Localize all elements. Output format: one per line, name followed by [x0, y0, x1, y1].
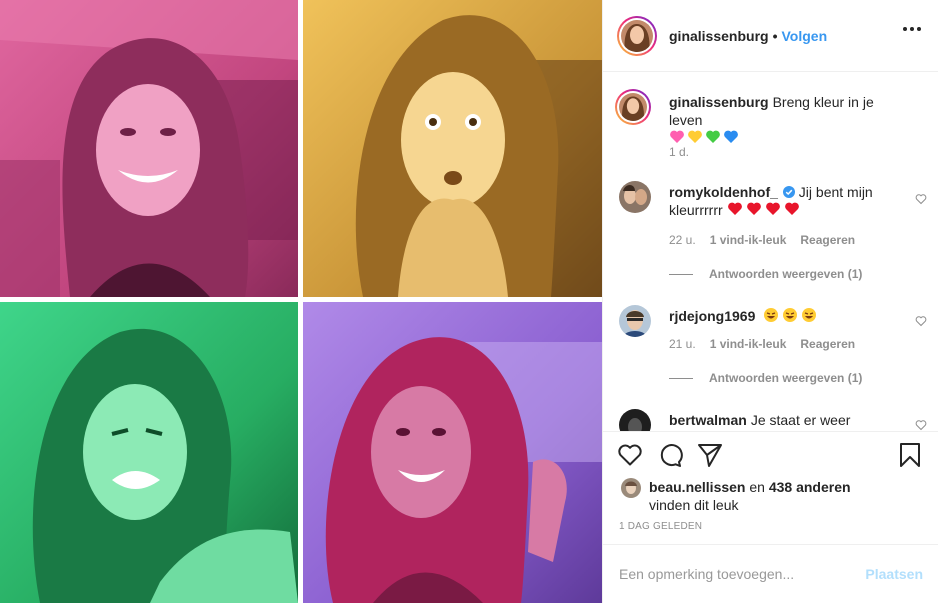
caption-time[interactable]: 1 d.: [669, 145, 689, 159]
comment-meta: 22 u. 1 vind-ik-leuk Reageren: [669, 233, 855, 247]
author-avatar[interactable]: [621, 19, 653, 52]
photo-pink: [0, 0, 298, 297]
view-replies-label: Antwoorden weergeven (1): [709, 267, 863, 281]
comment-username[interactable]: romykoldenhof_: [669, 184, 778, 200]
comment-body: romykoldenhof_ Jij bent mijn kleurrrrrr: [669, 183, 903, 219]
separator-dot: •: [772, 27, 778, 44]
post-comment-button[interactable]: Plaatsen: [865, 566, 923, 582]
post-photo-grid[interactable]: [0, 0, 602, 603]
comment-username[interactable]: rjdejong1969: [669, 308, 755, 324]
comment-likes[interactable]: 1 vind-ik-leuk: [710, 337, 787, 351]
comment-avatar[interactable]: [619, 409, 651, 431]
like-comment-icon[interactable]: [915, 193, 927, 205]
likes-others[interactable]: 438 anderen: [769, 479, 851, 495]
reply-button[interactable]: Reageren: [800, 337, 855, 351]
likes-summary: beau.nellissen en 438 anderen vinden dit…: [621, 478, 851, 514]
comments-list[interactable]: ginalissenburg Breng kleur in je leven 1 …: [603, 73, 938, 431]
comment-text: Je staat er weer: [750, 412, 851, 428]
comment-time[interactable]: 22 u.: [669, 233, 696, 247]
liker-username[interactable]: beau.nellissen: [649, 479, 745, 495]
comment-body: rjdejong1969: [669, 307, 903, 325]
likes-connector: en: [749, 479, 765, 495]
likes-suffix: vinden dit leuk: [649, 497, 739, 513]
like-comment-icon[interactable]: [915, 419, 927, 431]
more-options-icon[interactable]: [903, 27, 921, 31]
photo-green: [0, 302, 298, 603]
view-replies-label: Antwoorden weergeven (1): [709, 371, 863, 385]
comment-time[interactable]: 21 u.: [669, 337, 696, 351]
likes-text: beau.nellissen en 438 anderen vinden dit…: [649, 478, 851, 514]
comment-bubble-icon[interactable]: [657, 442, 683, 468]
like-heart-icon[interactable]: [617, 442, 643, 468]
rolling-laughing-emoji: [763, 308, 817, 324]
caption-avatar-ring[interactable]: [615, 89, 651, 125]
verified-badge-icon: [782, 186, 795, 198]
post-header: ginalissenburg • Volgen: [603, 0, 938, 72]
comment-avatar[interactable]: [619, 305, 651, 337]
photo-purple: [303, 302, 602, 603]
replies-divider: [669, 273, 693, 275]
photo-yellow: [303, 0, 602, 297]
save-bookmark-icon[interactable]: [897, 442, 923, 468]
caption-avatar[interactable]: [619, 93, 647, 121]
comment-likes[interactable]: 1 vind-ik-leuk: [710, 233, 787, 247]
comment-body: bertwalman Je staat er weer: [669, 411, 903, 429]
add-comment-bar: Plaatsen: [603, 544, 938, 603]
reply-button[interactable]: Reageren: [800, 233, 855, 247]
like-comment-icon[interactable]: [915, 315, 927, 327]
follow-button[interactable]: Volgen: [781, 28, 827, 44]
add-comment-input[interactable]: [619, 566, 866, 582]
replies-divider: [669, 377, 693, 379]
red-hearts-emoji: [727, 202, 803, 218]
colored-hearts-emoji: [669, 130, 741, 146]
comment-username[interactable]: bertwalman: [669, 412, 747, 428]
post-side-panel: ginalissenburg • Volgen ginalissenburg Br…: [602, 0, 938, 603]
caption-body: ginalissenburg Breng kleur in je leven: [669, 93, 903, 147]
comment-avatar[interactable]: [619, 181, 651, 213]
caption-username[interactable]: ginalissenburg: [669, 94, 769, 110]
comment-meta: 21 u. 1 vind-ik-leuk Reageren: [669, 337, 855, 351]
share-send-icon[interactable]: [697, 442, 723, 468]
author-username[interactable]: ginalissenburg: [669, 28, 769, 44]
post-actions: beau.nellissen en 438 anderen vinden dit…: [603, 431, 938, 544]
caption-meta: 1 d.: [669, 145, 689, 159]
view-replies-button[interactable]: Antwoorden weergeven (1): [669, 371, 862, 385]
liker-avatar[interactable]: [621, 478, 641, 498]
post-timestamp[interactable]: 1 DAG GELEDEN: [619, 521, 702, 532]
author-avatar-ring[interactable]: [617, 15, 657, 56]
view-replies-button[interactable]: Antwoorden weergeven (1): [669, 267, 862, 281]
